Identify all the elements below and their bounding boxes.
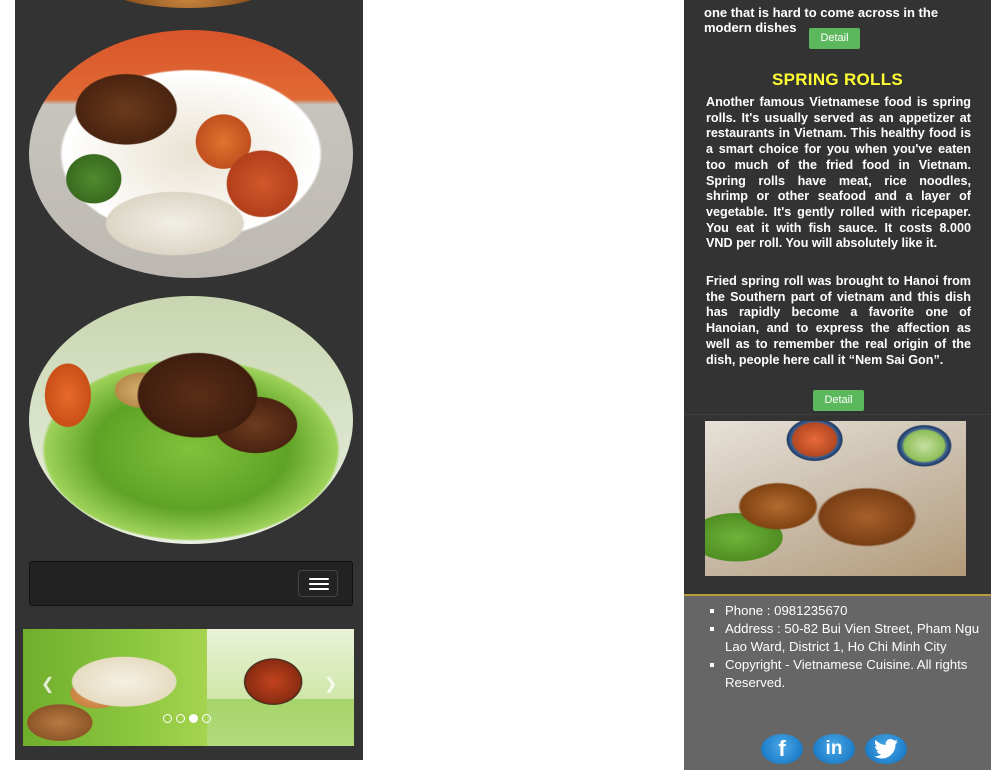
- navbar: [29, 561, 353, 606]
- slider-dot[interactable]: [176, 714, 185, 723]
- description-paragraph: Fried spring roll was brought to Hanoi f…: [706, 274, 971, 367]
- twitter-bird-shape: [874, 739, 898, 759]
- copyright-item: Copyright - Vietnamese Cuisine. All righ…: [725, 656, 985, 692]
- right-mobile-view: one that is hard to come across in the m…: [684, 0, 991, 770]
- twitter-icon[interactable]: [865, 734, 907, 764]
- detail-button[interactable]: Detail: [813, 390, 864, 411]
- hamburger-menu-button[interactable]: [298, 570, 338, 597]
- food-image-partial: [103, 0, 273, 8]
- linkedin-icon[interactable]: in: [813, 734, 855, 764]
- slider-dot[interactable]: [163, 714, 172, 723]
- divider: [684, 414, 991, 415]
- detail-button[interactable]: Detail: [809, 28, 860, 49]
- description-paragraph: Another famous Vietnamese food is spring…: [706, 95, 971, 251]
- spring-rolls-image: [705, 421, 966, 576]
- menu-icon: [309, 578, 329, 580]
- chevron-right-icon[interactable]: ❯: [324, 674, 337, 694]
- contact-list: Phone : 0981235670 Address : 50-82 Bui V…: [708, 602, 985, 692]
- image-slider[interactable]: ❮ ❯: [23, 629, 354, 746]
- slider-dots: [163, 714, 211, 723]
- chevron-left-icon[interactable]: ❮: [41, 674, 54, 694]
- slider-dot[interactable]: [202, 714, 211, 723]
- phone-item: Phone : 0981235670: [725, 602, 985, 620]
- food-image-bun-noodle-bowl: [29, 30, 353, 278]
- slider-dot-active[interactable]: [189, 714, 198, 723]
- section-title: SPRING ROLLS: [771, 70, 904, 89]
- left-mobile-view: ❮ ❯: [15, 0, 363, 760]
- food-image-beef-salad: [29, 296, 353, 544]
- facebook-icon[interactable]: f: [761, 734, 803, 764]
- footer: Phone : 0981235670 Address : 50-82 Bui V…: [684, 594, 991, 770]
- address-item: Address : 50-82 Bui Vien Street, Pham Ng…: [725, 620, 985, 656]
- social-links: f in: [761, 734, 907, 764]
